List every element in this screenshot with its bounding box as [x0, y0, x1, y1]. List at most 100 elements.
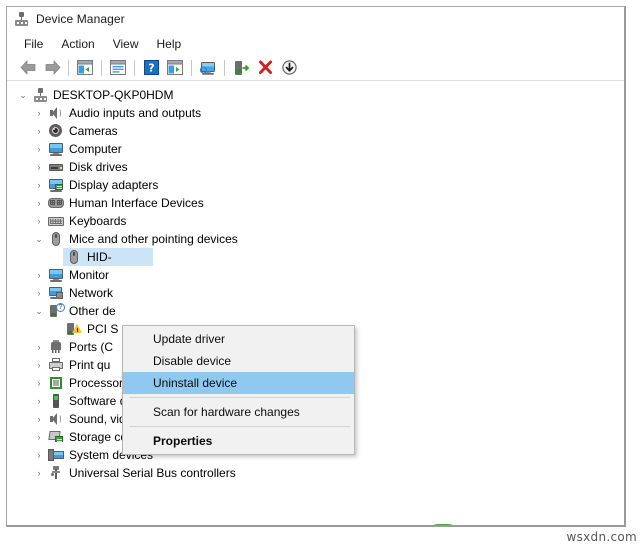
properties-button[interactable] — [106, 57, 130, 79]
menu-action[interactable]: Action — [52, 35, 103, 53]
properties-window-icon — [110, 60, 126, 75]
toolbar-separator — [191, 59, 192, 76]
chevron-right-icon[interactable]: › — [31, 162, 47, 172]
tree-item-other-devices[interactable]: ⌄ ? Other de — [7, 302, 624, 320]
tree-item-label: Cameras — [69, 124, 118, 138]
chevron-right-icon[interactable]: › — [31, 378, 47, 388]
tree-item-cameras[interactable]: › Cameras — [7, 122, 624, 140]
port-connector-icon — [47, 339, 65, 355]
chevron-right-icon[interactable]: › — [31, 414, 47, 424]
computer-root-icon — [31, 87, 49, 103]
system-device-icon — [47, 447, 65, 463]
tree-item-network-adapters[interactable]: › Network — [7, 284, 624, 302]
network-adapter-icon — [47, 285, 65, 301]
context-menu-item-properties[interactable]: Properties — [123, 430, 354, 452]
usb-icon — [47, 465, 65, 481]
pci-device-warning-icon — [65, 321, 83, 337]
chevron-right-icon[interactable]: › — [31, 216, 47, 226]
toolbar: ? — [7, 55, 624, 81]
red-x-icon — [258, 60, 272, 74]
tree-item-root[interactable]: ⌄ DESKTOP-QKP0HDM — [7, 86, 624, 104]
chevron-right-icon[interactable]: › — [31, 126, 47, 136]
monitor-icon — [47, 267, 65, 283]
context-menu-item-update-driver[interactable]: Update driver — [123, 328, 354, 350]
chevron-down-icon[interactable]: ⌄ — [15, 90, 31, 100]
context-menu-item-uninstall-device[interactable]: Uninstall device — [123, 372, 354, 394]
update-driver-icon — [235, 60, 249, 75]
chevron-right-icon[interactable]: › — [31, 270, 47, 280]
tree-item-label: Keyboards — [69, 214, 127, 228]
menu-help[interactable]: Help — [148, 35, 191, 53]
tree-item-label: PCI S — [87, 322, 119, 336]
toolbar-separator — [101, 59, 102, 76]
context-menu-item-disable-device[interactable]: Disable device — [123, 350, 354, 372]
tree-item-disk-drives[interactable]: › Disk drives — [7, 158, 624, 176]
chevron-right-icon[interactable]: › — [31, 342, 47, 352]
tree-item-label: DESKTOP-QKP0HDM — [53, 88, 174, 102]
display-adapter-icon — [47, 177, 65, 193]
back-button[interactable] — [16, 57, 40, 79]
chevron-right-icon[interactable]: › — [31, 468, 47, 478]
svg-text:?: ? — [148, 62, 154, 75]
scan-for-hardware-changes-button[interactable] — [196, 57, 220, 79]
forward-button[interactable] — [40, 57, 64, 79]
tree-item-label: Mice and other pointing devices — [69, 232, 238, 246]
hid-gamepad-icon — [47, 195, 65, 211]
device-manager-icon — [14, 11, 29, 27]
chevron-right-icon[interactable]: › — [31, 450, 47, 460]
tree-item-label: HID- — [87, 250, 112, 264]
menu-file[interactable]: File — [15, 35, 52, 53]
forward-arrow-icon — [45, 60, 60, 75]
chevron-right-icon[interactable]: › — [31, 396, 47, 406]
tree-item-mice-and-other-pointing-devices[interactable]: ⌄ Mice and other pointing devices — [7, 230, 624, 248]
tree-item-label: Human Interface Devices — [69, 196, 204, 210]
tree-item-human-interface-devices[interactable]: › Human Interface Devices — [7, 194, 624, 212]
tree-item-label: Monitor — [69, 268, 110, 282]
context-menu-separator — [129, 426, 350, 427]
menu-view[interactable]: View — [104, 35, 148, 53]
disable-device-button[interactable] — [277, 57, 301, 79]
chevron-right-icon[interactable]: › — [31, 288, 47, 298]
action-pane-icon — [167, 60, 183, 75]
show-hide-action-pane-button[interactable] — [163, 57, 187, 79]
tree-item-label: Print qu — [69, 358, 111, 372]
show-hide-console-tree-button[interactable] — [73, 57, 97, 79]
context-menu-item-scan-for-hardware-changes[interactable]: Scan for hardware changes — [123, 401, 354, 423]
disk-drive-icon — [47, 159, 65, 175]
menu-bar: File Action View Help — [7, 32, 624, 55]
chevron-down-icon[interactable]: ⌄ — [31, 306, 47, 316]
speaker-icon — [47, 411, 65, 427]
tree-item-hid-device[interactable]: HID- — [7, 248, 624, 266]
keyboard-icon — [47, 213, 65, 229]
tree-item-computer[interactable]: › Computer — [7, 140, 624, 158]
chevron-right-icon[interactable]: › — [31, 108, 47, 118]
printer-icon — [47, 357, 65, 373]
help-button[interactable]: ? — [139, 57, 163, 79]
tree-item-universal-serial-bus-controllers[interactable]: › Universal Serial Bus controllers — [7, 464, 624, 482]
other-device-question-icon: ? — [47, 303, 65, 319]
chevron-right-icon[interactable]: › — [31, 144, 47, 154]
update-driver-button[interactable] — [229, 57, 253, 79]
chevron-right-icon[interactable]: › — [31, 360, 47, 370]
chevron-right-icon[interactable]: › — [31, 180, 47, 190]
processor-chip-icon — [47, 375, 65, 391]
software-device-icon — [47, 393, 65, 409]
tree-item-audio-inputs-and-outputs[interactable]: › Audio inputs and outputs — [7, 104, 624, 122]
chevron-right-icon[interactable]: › — [31, 198, 47, 208]
tree-item-monitors[interactable]: › Monitor — [7, 266, 624, 284]
device-tree[interactable]: ⌄ DESKTOP-QKP0HDM › Audio inputs and out… — [7, 81, 624, 525]
tree-item-label: Audio inputs and outputs — [69, 106, 202, 120]
scan-monitor-icon — [199, 61, 215, 75]
toolbar-separator — [68, 59, 69, 76]
mouse-icon — [65, 249, 83, 265]
window-title: Device Manager — [36, 12, 125, 26]
tree-item-keyboards[interactable]: › Keyboards — [7, 212, 624, 230]
chevron-right-icon[interactable]: › — [31, 432, 47, 442]
uninstall-device-button[interactable] — [253, 57, 277, 79]
chevron-down-icon[interactable]: ⌄ — [31, 234, 47, 244]
device-context-menu[interactable]: Update driver Disable device Uninstall d… — [122, 325, 355, 455]
tree-item-label: Processors — [69, 376, 130, 390]
monitor-icon — [47, 141, 65, 157]
window-titlebar: Device Manager — [7, 7, 624, 32]
tree-item-display-adapters[interactable]: › Display adapters — [7, 176, 624, 194]
